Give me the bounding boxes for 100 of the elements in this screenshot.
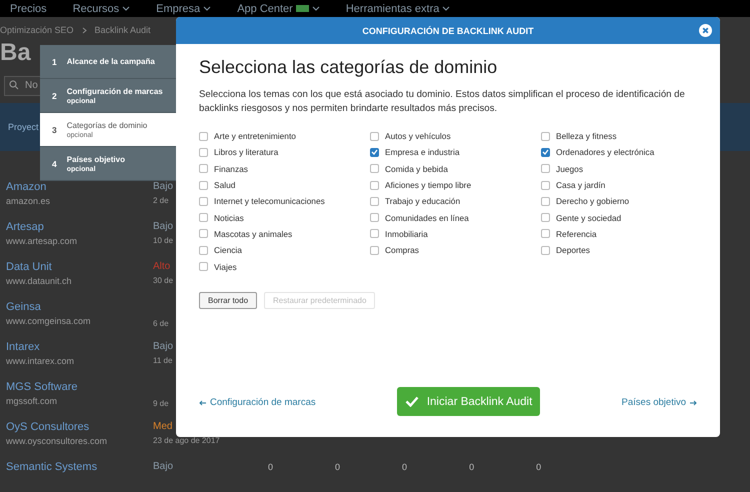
checkbox[interactable] [541, 148, 550, 157]
category-option[interactable]: Aficiones y tiempo libre [370, 176, 541, 194]
section-heading: Selecciona las categorías de dominio [199, 57, 498, 78]
category-option[interactable]: Deportes [541, 242, 697, 258]
category-option[interactable]: Comida y bebida [370, 160, 541, 177]
page-title: Ba [0, 38, 31, 67]
checkbox[interactable] [370, 164, 379, 174]
project-name[interactable]: Geinsa [6, 301, 41, 313]
category-option[interactable]: Inmobiliaria [370, 226, 541, 242]
checkbox[interactable] [541, 180, 550, 190]
nav-item[interactable]: Precios [10, 2, 47, 14]
category-option[interactable]: Referencia [541, 226, 697, 242]
new-badge [296, 5, 309, 12]
checkbox[interactable] [541, 164, 550, 174]
checkbox[interactable] [199, 213, 208, 222]
breadcrumb-link[interactable]: Backlink Audit [94, 25, 151, 35]
checkbox[interactable] [199, 246, 208, 255]
risk-level: Alto [153, 261, 170, 273]
checkbox[interactable] [199, 196, 208, 206]
audit-date: 30 de [153, 276, 174, 286]
category-option[interactable]: Gente y sociedad [541, 209, 697, 226]
category-option[interactable]: Viajes [199, 258, 370, 275]
category-option[interactable]: Juegos [541, 160, 697, 177]
category-option[interactable]: Compras [370, 242, 541, 258]
category-option[interactable]: Belleza y fitness [541, 128, 697, 144]
category-option[interactable]: Casa y jardín [541, 176, 697, 194]
checkbox[interactable] [199, 229, 208, 238]
category-option[interactable]: Comunidades en línea [370, 209, 541, 226]
search-field[interactable]: No [4, 76, 40, 96]
risk-level: Bajo [153, 461, 174, 473]
category-option[interactable]: Arte y entretenimiento [199, 128, 370, 144]
project-domain: www.oysconsultores.com [6, 436, 108, 446]
checkbox[interactable] [199, 262, 208, 272]
checkbox[interactable] [370, 213, 379, 222]
table-cell: 0 [402, 462, 408, 472]
close-icon[interactable] [699, 24, 712, 37]
category-option[interactable]: Trabajo y educación [370, 193, 541, 210]
check-icon [404, 396, 419, 407]
audit-date: 2 de [153, 196, 169, 206]
chevron-icon [82, 26, 87, 34]
project-name[interactable]: Intarex [6, 341, 40, 353]
project-name[interactable]: MGS Software [6, 381, 78, 393]
checkbox[interactable] [541, 132, 550, 141]
projects-tab[interactable]: Proyect [8, 122, 39, 132]
breadcrumb-link[interactable]: Optimización SEO [0, 25, 74, 35]
category-option[interactable]: Ordenadores y electrónica [541, 144, 697, 161]
action-button[interactable]: Borrar todo [199, 292, 258, 309]
checkbox[interactable] [199, 132, 208, 141]
category-option[interactable]: Autos y vehículos [370, 128, 541, 144]
project-name[interactable]: OyS Consultores [6, 421, 90, 433]
category-option[interactable]: Mascotas y animales [199, 226, 370, 242]
caret-icon [122, 6, 130, 11]
project-domain: amazon.es [6, 196, 50, 206]
checkbox[interactable] [370, 132, 379, 141]
modal-title: CONFIGURACIÓN DE BACKLINK AUDIT [362, 26, 534, 36]
checkbox[interactable] [370, 229, 379, 238]
category-option[interactable]: Internet y telecomunicaciones [199, 193, 370, 210]
project-domain: www.intarex.com [6, 356, 74, 366]
nav-item[interactable]: App Center [237, 2, 320, 14]
checkbox[interactable] [541, 229, 550, 238]
risk-level: Bajo [153, 181, 174, 193]
category-option[interactable]: Derecho y gobierno [541, 193, 697, 210]
back-link[interactable]: Configuración de marcas [210, 397, 316, 408]
project-domain: mgssoft.com [6, 396, 58, 406]
category-option[interactable]: Empresa e industria [370, 144, 541, 161]
checkbox[interactable] [199, 164, 208, 174]
wizard-step[interactable]: 1 Alcance de la campaña [40, 45, 176, 79]
checkbox[interactable] [370, 196, 379, 206]
table-cell: 0 [536, 462, 542, 472]
checkbox[interactable] [541, 213, 550, 222]
audit-date: 9 de [153, 399, 169, 409]
project-name[interactable]: Artesap [6, 221, 44, 233]
checkbox[interactable] [199, 148, 208, 157]
checkbox[interactable] [199, 180, 208, 190]
checkbox[interactable] [370, 246, 379, 255]
category-option[interactable]: Salud [199, 176, 370, 194]
audit-date: 6 de [153, 319, 169, 329]
search-icon [9, 80, 19, 90]
checkbox[interactable] [370, 180, 379, 190]
nav-item[interactable]: Recursos [72, 2, 130, 14]
nav-item[interactable]: Empresa [156, 2, 212, 14]
project-name[interactable]: Amazon [6, 181, 46, 193]
project-domain: www.comgeinsa.com [6, 316, 91, 326]
description-text: Selecciona los temas con los que está asociado tu dominio. Estos datos simplifican el proceso de identificación de backlinks riesgosos y nos permiten brindarte resultados más precisos. [199, 88, 686, 116]
right-arrow-icon [690, 400, 697, 406]
category-option[interactable]: Ciencia [199, 242, 370, 258]
category-option[interactable]: Libros y literatura [199, 144, 370, 161]
caret-icon [203, 6, 212, 11]
checkbox[interactable] [541, 246, 550, 255]
category-option[interactable]: Finanzas [199, 160, 370, 177]
checkbox[interactable] [370, 148, 379, 157]
audit-date: 23 de ago de 2017 [153, 436, 220, 446]
project-name[interactable]: Semantic Systems [6, 461, 98, 473]
checkbox[interactable] [541, 196, 550, 206]
category-option[interactable]: Noticias [199, 209, 370, 226]
next-link[interactable]: Países objetivo [622, 397, 686, 408]
risk-level: Bajo [153, 341, 174, 353]
project-name[interactable]: Data Unit [6, 261, 52, 273]
table-cell: 0 [335, 462, 340, 472]
nav-item[interactable]: Herramientas extra [346, 2, 450, 14]
